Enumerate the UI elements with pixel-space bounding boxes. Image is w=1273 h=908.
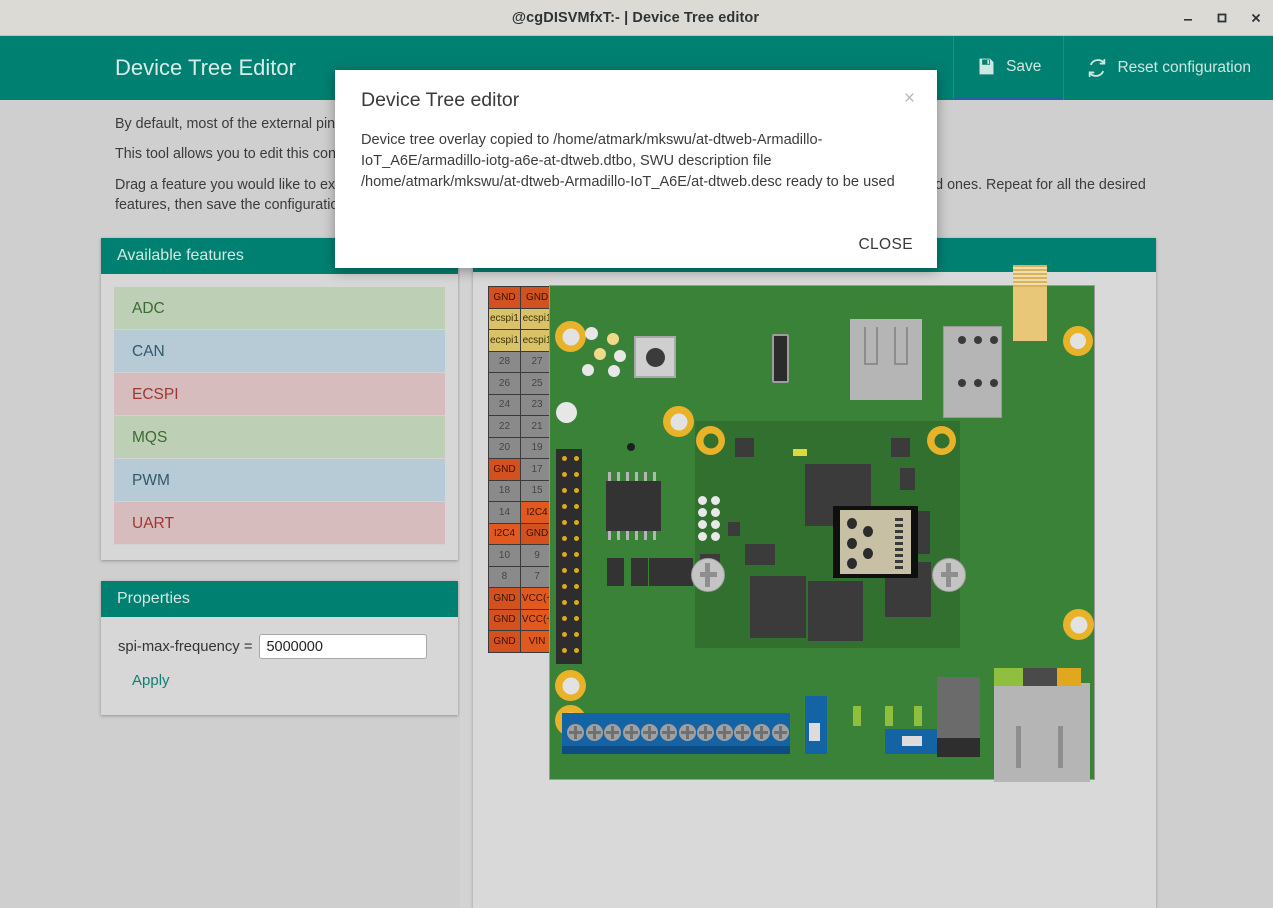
dialog-footer: CLOSE: [858, 236, 913, 254]
dialog-close-button[interactable]: CLOSE: [858, 236, 913, 253]
modal-backdrop: Device Tree editor × Device tree overlay…: [0, 0, 1273, 908]
dialog-message: Device tree overlay copied to /home/atma…: [335, 112, 937, 193]
dialog-close-icon[interactable]: ×: [904, 89, 915, 108]
dialog-title: Device Tree editor: [361, 89, 911, 112]
device-tree-editor-dialog: Device Tree editor × Device tree overlay…: [335, 70, 937, 268]
dialog-header: Device Tree editor ×: [335, 70, 937, 112]
